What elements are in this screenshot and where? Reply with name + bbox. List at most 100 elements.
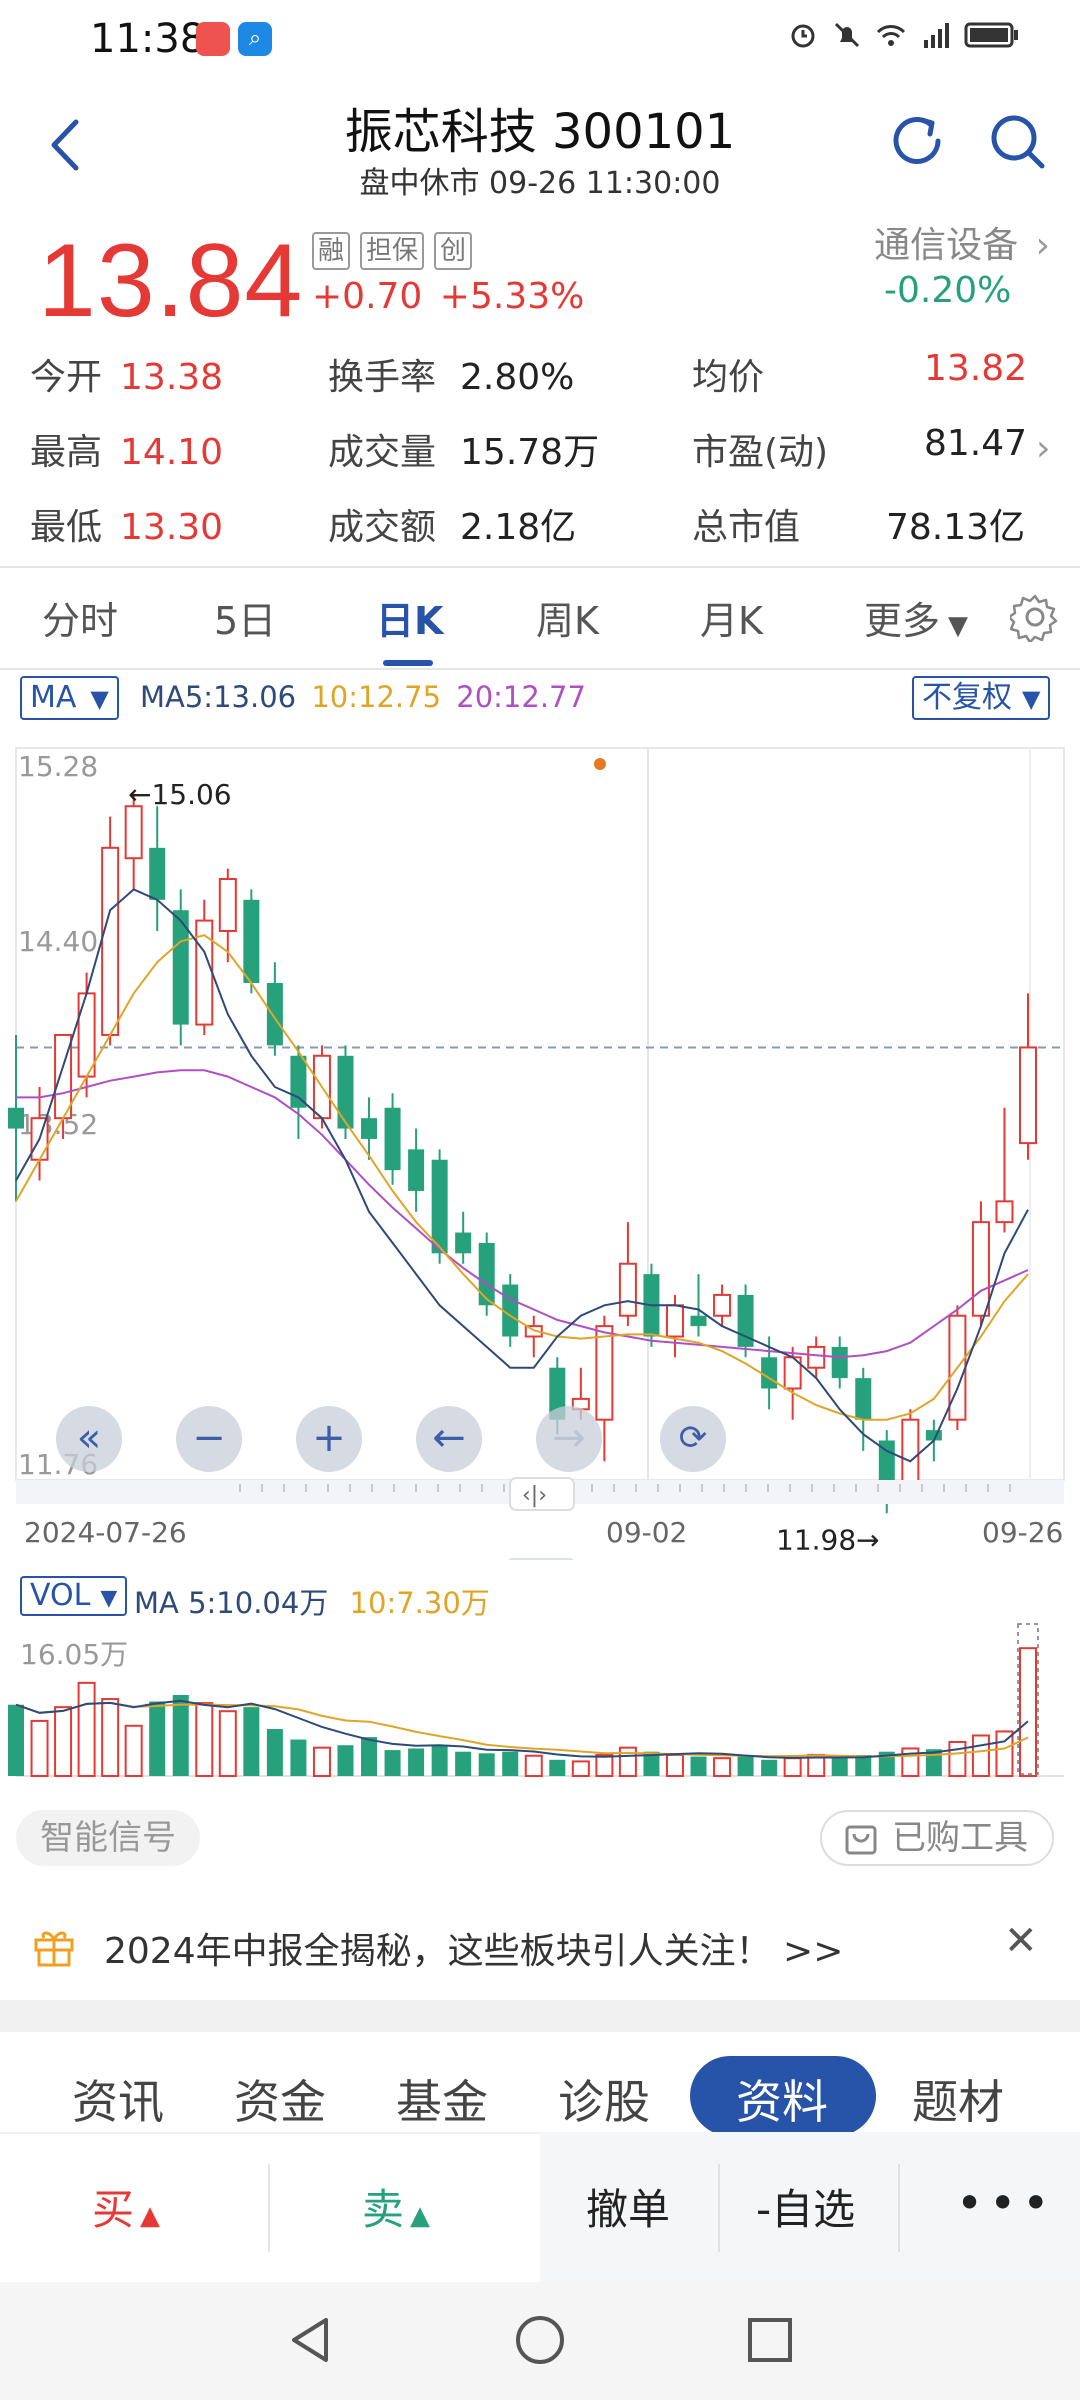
notification-app-icon — [196, 22, 230, 56]
price-change: +0.70 +5.33% — [312, 276, 584, 317]
divider — [718, 2164, 720, 2252]
volume-bar — [571, 1760, 590, 1778]
bought-tools-button[interactable]: 已购工具 — [820, 1810, 1054, 1866]
scroll-right-button[interactable]: → — [536, 1406, 602, 1472]
tab-daily-k[interactable]: 日K — [376, 590, 443, 645]
caret-down-icon: ▼ — [100, 1586, 118, 1611]
mute-icon — [834, 22, 860, 48]
zoom-in-button[interactable]: + — [296, 1406, 362, 1472]
candle-body — [408, 1149, 425, 1191]
tab-fund[interactable]: 基金 — [396, 2066, 488, 2132]
bag-icon — [845, 1825, 877, 1855]
badge-guarantee[interactable]: 担保 — [360, 232, 425, 270]
badge-margin[interactable]: 融 — [312, 232, 351, 270]
stat-volume: 成交量 15.78万 — [328, 432, 600, 473]
sector-link[interactable]: 通信设备 › — [874, 216, 1050, 268]
tab-news[interactable]: 资讯 — [72, 2066, 164, 2132]
divider — [268, 2164, 270, 2252]
search-icon[interactable] — [984, 108, 1050, 174]
candle-body — [101, 846, 120, 1036]
candle-body — [455, 1232, 472, 1254]
tab-funds-flow[interactable]: 资金 — [234, 2066, 326, 2132]
refresh-icon[interactable] — [884, 108, 950, 174]
status-time: 11:38 — [90, 16, 206, 62]
scroll-left-button[interactable]: ← — [416, 1406, 482, 1472]
stat-avg-price: 均价 — [692, 357, 765, 398]
stat-pe-value: 81.47 — [924, 423, 1028, 464]
tab-intraday[interactable]: 分时 — [42, 590, 118, 645]
active-tab-indicator — [383, 660, 433, 666]
candle-body — [901, 1418, 920, 1484]
volume-bar — [549, 1759, 566, 1776]
scrubber-arrows-icon: ‹|› — [522, 1483, 547, 1508]
volume-bar — [172, 1695, 189, 1776]
current-price: 13.84 — [38, 223, 304, 339]
volume-bar — [831, 1758, 848, 1776]
smart-signal-button[interactable]: 智能信号 — [16, 1810, 200, 1866]
ma10-line — [15, 934, 1029, 1421]
more-icon[interactable]: ••• — [956, 2176, 1055, 2230]
nav-home-icon[interactable] — [512, 2312, 568, 2368]
volume-bar — [77, 1681, 96, 1777]
ma5-line — [15, 888, 1029, 1463]
nav-recents-icon[interactable] — [742, 2312, 798, 2368]
nav-back-icon[interactable] — [282, 2312, 338, 2368]
volume-bar — [948, 1740, 967, 1777]
chart-frame — [15, 747, 1065, 1481]
vol-selector[interactable]: VOL ▼ — [20, 1576, 128, 1616]
stat-market-cap-value: 78.13亿 — [886, 507, 1026, 548]
adjust-selector[interactable]: 不复权 ▼ — [912, 676, 1051, 720]
vol-ma-values: MA 5:10.04万 10:7.30万 — [134, 1580, 490, 1622]
volume-bar — [195, 1702, 214, 1777]
volume-bar — [455, 1751, 472, 1776]
watchlist-button[interactable]: -自选 — [756, 2176, 855, 2237]
promo-banner[interactable]: 2024年中报全揭秘，这些板块引人关注！ >> ✕ — [0, 1890, 1080, 2000]
tab-5day[interactable]: 5日 — [214, 590, 276, 645]
stats-expand-icon[interactable]: › — [1036, 428, 1050, 469]
sell-button[interactable]: 卖 ▲ — [362, 2176, 430, 2237]
tab-weekly-k[interactable]: 周K — [536, 590, 599, 645]
settings-gear-icon[interactable] — [1010, 592, 1060, 642]
volume-bar — [713, 1757, 732, 1777]
rotate-screen-button[interactable]: ⟳ — [660, 1406, 726, 1472]
tab-more[interactable]: 更多 ▼ — [864, 590, 968, 645]
stat-low: 最低 13.30 — [30, 507, 224, 548]
divider — [0, 566, 1080, 568]
low-annotation: 11.98→ — [776, 1523, 880, 1556]
tab-diagnosis[interactable]: 诊股 — [558, 2066, 650, 2132]
candle-body — [595, 1325, 614, 1421]
volume-bar — [266, 1729, 283, 1776]
cancel-order-button[interactable]: 撤单 — [586, 2176, 670, 2237]
volume-bar — [384, 1750, 401, 1776]
up-triangle-icon: ▲ — [140, 2201, 161, 2231]
candle-body — [218, 878, 237, 933]
volume-bar — [690, 1756, 707, 1776]
badge-chinext[interactable]: 创 — [434, 232, 473, 270]
tab-profile[interactable]: 资料 — [736, 2066, 828, 2132]
ma20-line — [16, 1069, 1029, 1359]
volume-bar — [737, 1756, 754, 1776]
zoom-out-button[interactable]: − — [176, 1406, 242, 1472]
resize-grip — [508, 1558, 574, 1560]
buy-button[interactable]: 买 ▲ — [92, 2176, 160, 2237]
tab-monthly-k[interactable]: 月K — [700, 590, 763, 645]
x-axis-label: 09-02 — [606, 1516, 687, 1549]
candle-body — [690, 1315, 707, 1327]
caret-down-icon: ▼ — [1022, 685, 1041, 713]
volume-bar — [101, 1698, 120, 1777]
volume-bar — [54, 1706, 73, 1777]
ma-selector[interactable]: MA ▼ — [20, 676, 119, 720]
candle-body — [713, 1293, 732, 1317]
candle-body — [831, 1346, 848, 1379]
volume-bar — [995, 1730, 1014, 1777]
zoom-out-far-button[interactable]: « — [56, 1406, 122, 1472]
close-icon[interactable]: ✕ — [1004, 1918, 1038, 1964]
change-value: +0.70 — [312, 276, 423, 317]
candle-body — [971, 1221, 990, 1317]
candle-body — [149, 847, 166, 900]
volume-bar — [408, 1748, 425, 1776]
chevron-right-icon: › — [1035, 225, 1050, 266]
volume-chart[interactable]: 16.05万 — [0, 1620, 1080, 1780]
volume-bar — [361, 1737, 378, 1776]
tab-topics[interactable]: 题材 — [912, 2066, 1004, 2132]
